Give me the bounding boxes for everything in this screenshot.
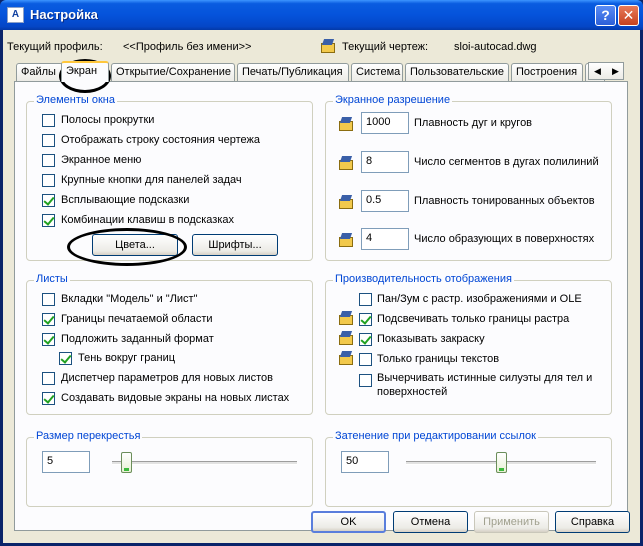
checkbox-highlight-raster-frame[interactable] <box>359 313 372 326</box>
checkbox-page-setup-manager[interactable] <box>42 372 55 385</box>
polyline-segments-icon <box>338 155 354 171</box>
checkbox-text-boundary[interactable] <box>359 353 372 366</box>
crosshair-size-title: Размер перекрестья <box>34 430 143 442</box>
shortcut-keys-label: Комбинации клавиш в подсказках <box>61 214 235 226</box>
layout-tabs-label: Вкладки "Модель" и "Лист" <box>61 293 198 305</box>
tab-files[interactable]: Файлы <box>16 63 63 81</box>
contour-lines-icon <box>338 232 354 248</box>
checkbox-printable-area[interactable] <box>42 313 55 326</box>
contour-lines-label: Число образующих в поверхностях <box>414 233 595 245</box>
colors-highlight-ellipse <box>67 228 187 266</box>
checkbox-shortcut-keys[interactable] <box>42 214 55 227</box>
create-viewports-label: Создавать видовые экраны на новых листах <box>61 392 290 404</box>
apply-solid-fill-icon <box>338 330 354 346</box>
layout-elements-group: Листы Вкладки "Модель" и "Лист" Границы … <box>26 273 313 415</box>
polyline-segments-input[interactable]: 8 <box>361 151 409 173</box>
checkbox-tooltips[interactable] <box>42 194 55 207</box>
checkbox-paper-background[interactable] <box>42 333 55 346</box>
options-dialog: A Настройка ? ✕ Текущий профиль: <<Профи… <box>0 0 643 546</box>
true-silhouettes-label-line2: поверхностей <box>377 386 448 398</box>
highlight-raster-frame-label: Подсвечивать только границы растра <box>377 313 570 325</box>
tab-scroll-arrows: ◀ ▶ <box>588 62 624 80</box>
reference-fading-title: Затенение при редактировании ссылок <box>333 430 538 442</box>
text-boundary-label: Только границы текстов <box>377 353 500 365</box>
tab-scroll-right-icon[interactable]: ▶ <box>607 64 624 78</box>
window-elements-title: Элементы окна <box>34 94 117 106</box>
help-title-button[interactable]: ? <box>595 5 616 26</box>
display-tab-pane: Элементы окна Полосы прокрутки Отображат… <box>14 81 628 531</box>
rendered-smoothness-label: Плавность тонированных объектов <box>414 195 595 207</box>
printable-area-label: Границы печатаемой области <box>61 313 213 325</box>
crosshair-size-slider-track[interactable] <box>112 461 297 465</box>
page-setup-manager-label: Диспетчер параметров для новых листов <box>61 372 273 384</box>
ok-button[interactable]: OK <box>311 511 386 533</box>
current-profile-label: Текущий профиль: <box>7 41 103 53</box>
layout-elements-title: Листы <box>34 273 70 285</box>
apply-solid-fill-label: Показывать закраску <box>377 333 485 345</box>
checkbox-create-viewports[interactable] <box>42 392 55 405</box>
rendered-smoothness-icon <box>338 194 354 210</box>
checkbox-screen-menu[interactable] <box>42 154 55 167</box>
checkbox-pan-zoom-raster[interactable] <box>359 293 372 306</box>
checkbox-paper-shadow[interactable] <box>59 352 72 365</box>
reference-fading-group: Затенение при редактировании ссылок 50 <box>325 430 612 507</box>
screen-menu-label: Экранное меню <box>61 154 142 166</box>
tab-plot-publish[interactable]: Печать/Публикация <box>237 63 349 81</box>
checkbox-layout-tabs[interactable] <box>42 293 55 306</box>
paper-background-label: Подложить заданный формат <box>61 333 214 345</box>
arc-smoothness-icon <box>338 116 354 132</box>
display-performance-title: Производительность отображения <box>333 273 514 285</box>
tooltips-label: Всплывающие подсказки <box>61 194 190 206</box>
polyline-segments-label: Число сегментов в дугах полилиний <box>414 156 599 168</box>
pan-zoom-raster-label: Пан/Зум с растр. изображениями и OLE <box>377 293 582 305</box>
large-buttons-label: Крупные кнопки для панелей задач <box>61 174 242 186</box>
tab-system[interactable]: Система <box>351 63 403 81</box>
arc-smoothness-label: Плавность дуг и кругов <box>414 117 533 129</box>
tab-drafting[interactable]: Построения <box>511 63 583 81</box>
crosshair-size-input[interactable]: 5 <box>42 451 90 473</box>
dialog-client: Текущий профиль: <<Профиль без имени>> Т… <box>3 30 640 543</box>
checkbox-large-buttons[interactable] <box>42 174 55 187</box>
reference-fading-slider-thumb[interactable] <box>495 452 507 473</box>
tab-user-preferences[interactable]: Пользовательские <box>405 63 509 81</box>
title-bar[interactable]: A Настройка ? ✕ <box>0 0 643 30</box>
scrollbars-label: Полосы прокрутки <box>61 114 155 126</box>
crosshair-size-group: Размер перекрестья 5 <box>26 430 313 507</box>
checkbox-scrollbars[interactable] <box>42 114 55 127</box>
true-silhouettes-label: Вычерчивать истинные силуэты для тел и <box>377 372 593 384</box>
tab-open-save[interactable]: Открытие/Сохранение <box>111 63 235 81</box>
paper-shadow-label: Тень вокруг границ <box>78 352 176 364</box>
checkbox-true-silhouettes[interactable] <box>359 374 372 387</box>
arc-smoothness-input[interactable]: 1000 <box>361 112 409 134</box>
tab-scroll-left-icon[interactable]: ◀ <box>589 64 606 78</box>
current-drawing-value: sloi-autocad.dwg <box>454 41 537 53</box>
checkbox-apply-solid-fill[interactable] <box>359 333 372 346</box>
drawing-icon <box>320 38 336 54</box>
current-profile-value: <<Профиль без имени>> <box>123 41 252 53</box>
reference-fading-input[interactable]: 50 <box>341 451 389 473</box>
text-boundary-icon <box>338 350 354 366</box>
checkbox-status-bar[interactable] <box>42 134 55 147</box>
autocad-app-icon: A <box>7 7 24 23</box>
status-bar-label: Отображать строку состояния чертежа <box>61 134 261 146</box>
raster-frame-icon <box>338 310 354 326</box>
display-resolution-group: Экранное разрешение 1000 Плавность дуг и… <box>325 94 612 261</box>
current-drawing-label: Текущий чертеж: <box>342 41 429 53</box>
rendered-smoothness-input[interactable]: 0.5 <box>361 190 409 212</box>
close-button[interactable]: ✕ <box>618 5 639 26</box>
help-button[interactable]: Справка <box>555 511 630 533</box>
cancel-button[interactable]: Отмена <box>393 511 468 533</box>
window-title: Настройка <box>30 7 98 22</box>
display-resolution-title: Экранное разрешение <box>333 94 453 106</box>
tab-display[interactable]: Экран <box>61 61 109 82</box>
contour-lines-input[interactable]: 4 <box>361 228 409 250</box>
apply-button[interactable]: Применить <box>474 511 549 533</box>
fonts-button[interactable]: Шрифты... <box>192 234 278 256</box>
crosshair-size-slider-thumb[interactable] <box>120 452 132 473</box>
display-performance-group: Производительность отображения Пан/Зум с… <box>325 273 612 415</box>
